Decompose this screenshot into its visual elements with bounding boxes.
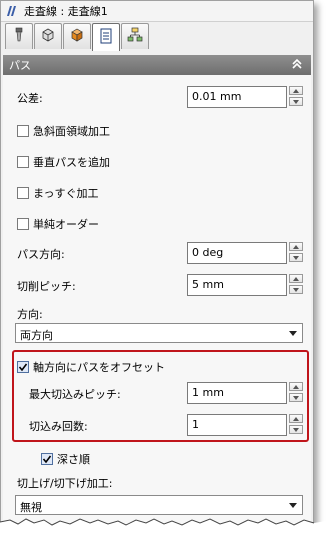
cutting-pitch-row: 切削ピッチ: 5 mm: [3, 273, 311, 297]
depth-order-option[interactable]: 深さ順: [41, 451, 90, 467]
steep-area-checkbox[interactable]: [17, 125, 29, 137]
ramp-select[interactable]: 無視: [15, 495, 303, 515]
cube-orange-icon: [69, 27, 85, 46]
tab-tool[interactable]: [5, 23, 33, 49]
dropdown-arrow-icon[interactable]: [289, 503, 297, 508]
direction-select[interactable]: 両方向: [15, 323, 303, 343]
steep-area-label: 急斜面領域加工: [33, 125, 110, 138]
title-bar: 走査線 : 走査線1: [1, 1, 313, 22]
tolerance-label: 公差:: [17, 92, 43, 105]
tolerance-input[interactable]: 0.01 mm: [187, 86, 287, 108]
spin-down-icon[interactable]: [289, 253, 303, 262]
pass-direction-row: パス方向: 0 deg: [3, 241, 311, 265]
vertical-pass-option[interactable]: 垂直パスを追加: [17, 154, 110, 170]
vertical-pass-checkbox[interactable]: [17, 156, 29, 168]
cube-outline-icon: [40, 27, 56, 46]
spin-up-icon[interactable]: [289, 86, 303, 95]
app-logo-icon: [5, 4, 19, 18]
tab-linking[interactable]: [121, 23, 149, 49]
list-sheet-icon: [99, 28, 113, 47]
cutting-pitch-label: 切削ピッチ:: [17, 280, 76, 293]
straight-checkbox[interactable]: [17, 187, 29, 199]
spin-down-icon[interactable]: [289, 97, 303, 106]
torn-edge: [0, 518, 326, 543]
tool-icon: [12, 27, 26, 46]
cutting-pitch-stepper[interactable]: [289, 274, 303, 296]
depth-order-label: 深さ順: [57, 453, 90, 466]
cutting-pitch-input[interactable]: 5 mm: [187, 274, 287, 296]
tree-structure-icon: [127, 27, 143, 46]
section-header-pass[interactable]: パス: [3, 55, 311, 75]
pass-direction-stepper[interactable]: [289, 242, 303, 264]
tab-strip: [5, 23, 150, 51]
simple-order-label: 単純オーダー: [33, 218, 99, 231]
straight-option[interactable]: まっすぐ加工: [17, 185, 99, 201]
tolerance-row: 公差: 0.01 mm: [3, 85, 311, 109]
spin-up-icon[interactable]: [289, 242, 303, 251]
properties-panel: 走査線 : 走査線1 パス 公差: 0.01 mm 急斜面領域加工 垂直パスを追…: [0, 0, 314, 528]
collapse-icon[interactable]: [291, 58, 303, 70]
depth-order-checkbox[interactable]: [41, 453, 53, 465]
section-title: パス: [9, 59, 31, 72]
direction-value: 両方向: [20, 329, 53, 342]
tab-stock[interactable]: [34, 23, 62, 49]
ramp-label: 切上げ/切下げ加工:: [17, 477, 113, 490]
ramp-value: 無視: [20, 501, 42, 514]
section-content: 公差: 0.01 mm 急斜面領域加工 垂直パスを追加 まっすぐ加工 単純オーダ…: [3, 75, 311, 527]
spin-down-icon[interactable]: [289, 285, 303, 294]
tolerance-stepper[interactable]: [289, 86, 303, 108]
highlight-annotation: [12, 350, 309, 442]
tab-model[interactable]: [63, 23, 91, 49]
dropdown-arrow-icon[interactable]: [289, 331, 297, 336]
simple-order-checkbox[interactable]: [17, 218, 29, 230]
steep-area-option[interactable]: 急斜面領域加工: [17, 123, 110, 139]
straight-label: まっすぐ加工: [33, 187, 99, 200]
window-title: 走査線 : 走査線1: [24, 5, 108, 18]
pass-direction-label: パス方向:: [17, 248, 65, 261]
pass-direction-input[interactable]: 0 deg: [187, 242, 287, 264]
spin-up-icon[interactable]: [289, 274, 303, 283]
tab-passes[interactable]: [92, 23, 120, 51]
direction-label: 方向:: [17, 308, 43, 321]
vertical-pass-label: 垂直パスを追加: [33, 156, 110, 169]
simple-order-option[interactable]: 単純オーダー: [17, 216, 99, 232]
